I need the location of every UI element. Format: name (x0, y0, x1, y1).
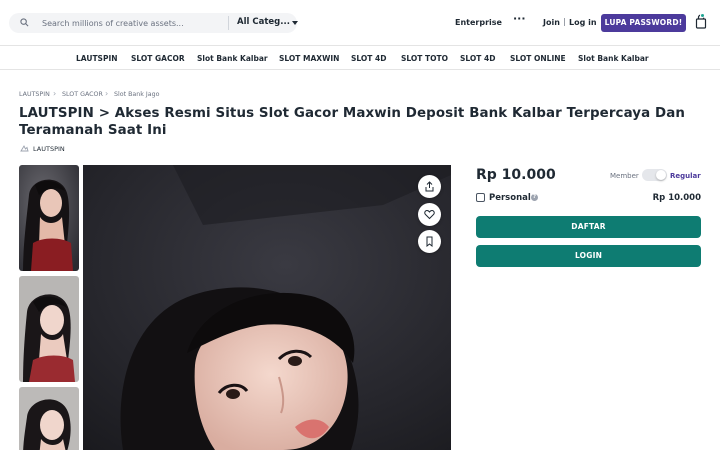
nav-login[interactable]: Log in (569, 18, 597, 27)
thumbnail-image[interactable] (19, 387, 79, 450)
category-item[interactable]: Slot Bank Kalbar (197, 54, 268, 63)
personal-price: Rp 10.000 (652, 193, 701, 203)
thumbnail-image[interactable] (19, 165, 79, 271)
help-icon[interactable]: ? (531, 194, 538, 201)
personal-checkbox[interactable] (476, 193, 485, 202)
category-item[interactable]: SLOT GACOR (131, 54, 185, 63)
bookmark-button[interactable] (418, 230, 441, 253)
nav-enterprise[interactable]: Enterprise (455, 18, 502, 27)
login-button[interactable]: LOGIN (476, 245, 701, 267)
category-item[interactable]: SLOT 4D (460, 54, 495, 63)
breadcrumb-item[interactable]: Slot Bank Jago (114, 91, 159, 98)
search-box[interactable]: All Categ... (9, 13, 298, 33)
breadcrumb-item[interactable]: LAUTSPIN (19, 91, 50, 98)
favorite-button[interactable] (418, 203, 441, 226)
member-label: Member (610, 172, 639, 180)
search-icon[interactable] (20, 18, 29, 27)
cart-badge (700, 13, 705, 18)
category-bar: LAUTSPIN SLOT GACOR Slot Bank Kalbar SLO… (0, 46, 720, 70)
author-icon (20, 145, 29, 152)
chevron-down-icon[interactable] (292, 21, 298, 25)
share-button[interactable] (418, 175, 441, 198)
chevron-right-icon: › (53, 89, 57, 98)
heart-icon (424, 209, 435, 220)
author-link[interactable]: LAUTSPIN (33, 145, 65, 153)
category-item[interactable]: SLOT ONLINE (510, 54, 566, 63)
category-item[interactable]: SLOT TOTO (401, 54, 448, 63)
lupa-password-button[interactable]: LUPA PASSWORD! (601, 14, 686, 32)
license-selected-label[interactable]: Regular (670, 172, 701, 180)
more-icon[interactable]: ··· (513, 12, 526, 25)
category-item[interactable]: LAUTSPIN (76, 54, 118, 63)
share-icon (425, 181, 434, 192)
chevron-right-icon: › (105, 89, 109, 98)
category-item[interactable]: SLOT MAXWIN (279, 54, 339, 63)
product-price: Rp 10.000 (476, 167, 556, 183)
license-toggle-knob[interactable] (656, 170, 666, 180)
bookmark-icon (426, 236, 433, 247)
category-item[interactable]: SLOT 4D (351, 54, 386, 63)
breadcrumb-item[interactable]: SLOT GACOR (62, 91, 103, 98)
nav-separator: | (563, 17, 566, 26)
daftar-button[interactable]: DAFTAR (476, 216, 701, 238)
main-product-image (83, 165, 451, 450)
personal-label[interactable]: Personal (489, 193, 531, 203)
search-input[interactable] (42, 15, 222, 31)
top-header: All Categ... Enterprise ··· Join | Log i… (0, 0, 720, 46)
page-title: LAUTSPIN > Akses Resmi Situs Slot Gacor … (19, 106, 686, 138)
category-item[interactable]: Slot Bank Kalbar (578, 54, 649, 63)
thumbnail-image[interactable] (19, 276, 79, 382)
nav-join[interactable]: Join (543, 18, 560, 27)
category-select[interactable]: All Categ... (237, 17, 290, 27)
search-divider (228, 16, 229, 30)
